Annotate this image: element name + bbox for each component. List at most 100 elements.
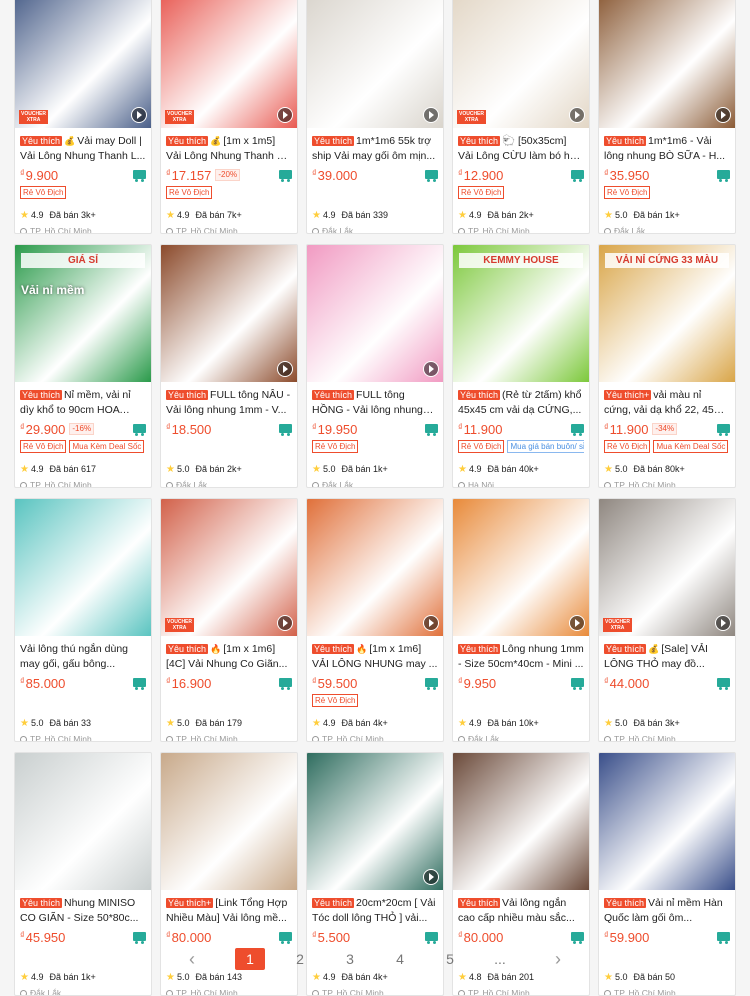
product-card[interactable]: KEMMY HOUSE Yêu thích (Rẻ từ 2tấm) khổ 45x…: [452, 244, 590, 488]
product-image[interactable]: VOUCHER XTRA: [599, 499, 735, 636]
product-title[interactable]: Yêu thích 🔥 [1m x 1m6] [4C] Vải Nhung Co G…: [166, 642, 292, 672]
price-value: 80.000: [171, 929, 212, 945]
page-number-button[interactable]: 1: [235, 948, 265, 970]
product-title[interactable]: Yêu thích (Rẻ từ 2tấm) khổ 45x45 cm vải d…: [458, 388, 584, 418]
product-card[interactable]: Yêu thích Lông nhung 1mm - Size 50cm*40cm…: [452, 498, 590, 742]
sold-count: Đã bán 1k+: [341, 464, 388, 474]
product-title[interactable]: Yêu thích 💰 [Sale] VẢI LÔNG THỎ may đồ...: [604, 642, 730, 672]
favorite-tag: Yêu thích: [20, 898, 63, 908]
product-grid: VOUCHER XTRA Yêu thích 💰 Vải may Doll | Vải …: [14, 0, 736, 996]
promo-icon: 💰: [210, 136, 222, 146]
product-title[interactable]: Yêu thích+ [Link Tổng Hợp Nhiều Màu] Vải …: [166, 896, 292, 926]
product-image[interactable]: [161, 245, 297, 382]
product-image[interactable]: [307, 753, 443, 890]
product-card[interactable]: Yêu thích 1m*1m6 55k trợ ship Vải may gối…: [306, 0, 444, 234]
product-title[interactable]: Yêu thích Lông nhung 1mm - Size 50cm*40cm…: [458, 642, 584, 672]
product-image[interactable]: [453, 499, 589, 636]
product-card[interactable]: Yêu thích FULL tông NÂU - Vải lông nhung …: [160, 244, 298, 488]
product-price: ₫35.950: [604, 168, 649, 183]
sold-count: Đã bán 40k+: [487, 464, 539, 474]
promo-badge: Mua giá bán buôn/ sỉ: [507, 440, 584, 453]
page-number-button[interactable]: 2: [285, 948, 315, 970]
product-image[interactable]: [599, 0, 735, 128]
favorite-tag: Yêu thích+: [166, 898, 214, 908]
product-image[interactable]: [15, 753, 151, 890]
product-image[interactable]: VOUCHER XTRA: [453, 0, 589, 128]
product-title[interactable]: Yêu thích 1m*1m6 - Vải lông nhung BÒ SỮA …: [604, 134, 730, 164]
video-play-icon: [131, 107, 147, 123]
star-icon: ★: [166, 717, 175, 729]
currency-symbol: ₫: [166, 421, 171, 432]
product-title[interactable]: Yêu thích+ vải màu nỉ cứng, vải dạ khổ 22…: [604, 388, 730, 418]
product-image[interactable]: VOUCHER XTRA: [161, 0, 297, 128]
product-title[interactable]: Yêu thích 🐑 [50x35cm] Vải Lông CỪU làm bó…: [458, 134, 584, 164]
shop-location: TP. Hồ Chí Minh: [468, 226, 530, 234]
prev-page-button[interactable]: ‹: [177, 949, 207, 970]
product-image[interactable]: VOUCHER XTRA: [15, 0, 151, 128]
price-value: 18.500: [171, 421, 212, 437]
product-image[interactable]: [453, 753, 589, 890]
product-image[interactable]: VOUCHER XTRA: [161, 499, 297, 636]
product-title[interactable]: Yêu thích FULL tông HỒNG - Vải lông nhung…: [312, 388, 438, 418]
product-card[interactable]: VOUCHER XTRA Yêu thích 💰 [Sale] VẢI LÔNG THỎ…: [598, 498, 736, 742]
product-image[interactable]: VẢI NỈ CỨNG 33 MÀU: [599, 245, 735, 382]
star-icon: ★: [20, 717, 29, 729]
product-title[interactable]: Yêu thích 1m*1m6 55k trợ ship Vải may gối…: [312, 134, 438, 164]
product-card[interactable]: VOUCHER XTRA Yêu thích 🔥 [1m x 1m6] [4C] Vải…: [160, 498, 298, 742]
product-title[interactable]: Yêu thích FULL tông NÂU - Vải lông nhung …: [166, 388, 292, 418]
shop-location: TP. Hồ Chí Minh: [30, 734, 92, 742]
promo-badge: Rẻ Vô Địch: [604, 186, 651, 199]
favorite-tag: Yêu thích: [458, 898, 501, 908]
product-image[interactable]: [15, 499, 151, 636]
product-card[interactable]: Yêu thích FULL tông HỒNG - Vải lông nhung…: [306, 244, 444, 488]
free-shipping-icon: [717, 678, 730, 690]
product-title[interactable]: Yêu thích 💰 [1m x 1m5] Vải Lông Nhung Than…: [166, 134, 292, 164]
product-title[interactable]: Yêu thích 🔥 [1m x 1m6] VẢI LÔNG NHUNG may …: [312, 642, 438, 672]
free-shipping-icon: [133, 170, 146, 182]
product-title[interactable]: Yêu thích Vải lông ngắn cao cấp nhiều màu…: [458, 896, 584, 926]
product-title[interactable]: Yêu thích Nhung MINISO CO GIÃN - Size 50*…: [20, 896, 146, 926]
sold-count: Đã bán 4k+: [341, 972, 388, 982]
sold-count: Đã bán 201: [487, 972, 535, 982]
image-banner-text: KEMMY HOUSE: [459, 253, 583, 268]
price-value: 19.950: [317, 421, 358, 437]
product-image[interactable]: [307, 245, 443, 382]
product-title[interactable]: Yêu thích Vải nỉ mềm Hàn Quốc làm gối ôm.…: [604, 896, 730, 926]
product-card[interactable]: Yêu thích 1m*1m6 - Vải lông nhung BÒ SỮA …: [598, 0, 736, 234]
product-image[interactable]: [599, 753, 735, 890]
product-image[interactable]: KEMMY HOUSE: [453, 245, 589, 382]
product-price: ₫59.900: [604, 930, 649, 945]
currency-symbol: ₫: [458, 929, 463, 940]
price-value: 9.950: [463, 675, 497, 691]
product-card[interactable]: Vải lông thú ngắn dùng may gối, gấu bông…: [14, 498, 152, 742]
product-card[interactable]: Yêu thích 🔥 [1m x 1m6] VẢI LÔNG NHUNG may …: [306, 498, 444, 742]
page-number-button[interactable]: 5: [435, 948, 465, 970]
product-image[interactable]: [307, 0, 443, 128]
product-image[interactable]: GIÁ SỈ Vải nỉ mềm: [15, 245, 151, 382]
free-shipping-icon: [425, 678, 438, 690]
product-card[interactable]: VOUCHER XTRA Yêu thích 🐑 [50x35cm] Vải Lông…: [452, 0, 590, 234]
location-pin-icon: [602, 988, 613, 995]
rating-value: 5.0: [176, 464, 190, 474]
favorite-tag: Yêu thích: [312, 898, 355, 908]
page-number-button[interactable]: 4: [385, 948, 415, 970]
price-value: 80.000: [463, 929, 504, 945]
product-card[interactable]: VOUCHER XTRA Yêu thích 💰 [1m x 1m5] Vải Lông…: [160, 0, 298, 234]
product-card[interactable]: GIÁ SỈ Vải nỉ mềm Yêu thích Nỉ mềm, vải nỉ …: [14, 244, 152, 488]
product-image[interactable]: [307, 499, 443, 636]
page-number-button[interactable]: 3: [335, 948, 365, 970]
product-title[interactable]: Yêu thích 20cm*20cm [ Vải Tóc doll lông T…: [312, 896, 438, 926]
product-title[interactable]: Vải lông thú ngắn dùng may gối, gấu bông…: [20, 642, 146, 672]
shop-location: Đắk Lắk: [468, 734, 500, 742]
product-image[interactable]: [161, 753, 297, 890]
next-page-button[interactable]: ›: [543, 949, 573, 970]
currency-symbol: ₫: [20, 675, 25, 686]
product-title[interactable]: Yêu thích 💰 Vải may Doll | Vải Lông Nhung …: [20, 134, 146, 164]
star-icon: ★: [604, 717, 613, 729]
product-title[interactable]: Yêu thích Nỉ mềm, vải nỉ dìy khổ to 90cm …: [20, 388, 146, 418]
rating-value: 4.9: [30, 972, 44, 982]
product-card[interactable]: VOUCHER XTRA Yêu thích 💰 Vải may Doll | Vải …: [14, 0, 152, 234]
currency-symbol: ₫: [604, 929, 609, 940]
product-card[interactable]: VẢI NỈ CỨNG 33 MÀU Yêu thích+ vải màu nỉ c…: [598, 244, 736, 488]
favorite-tag: Yêu thích: [312, 390, 355, 400]
